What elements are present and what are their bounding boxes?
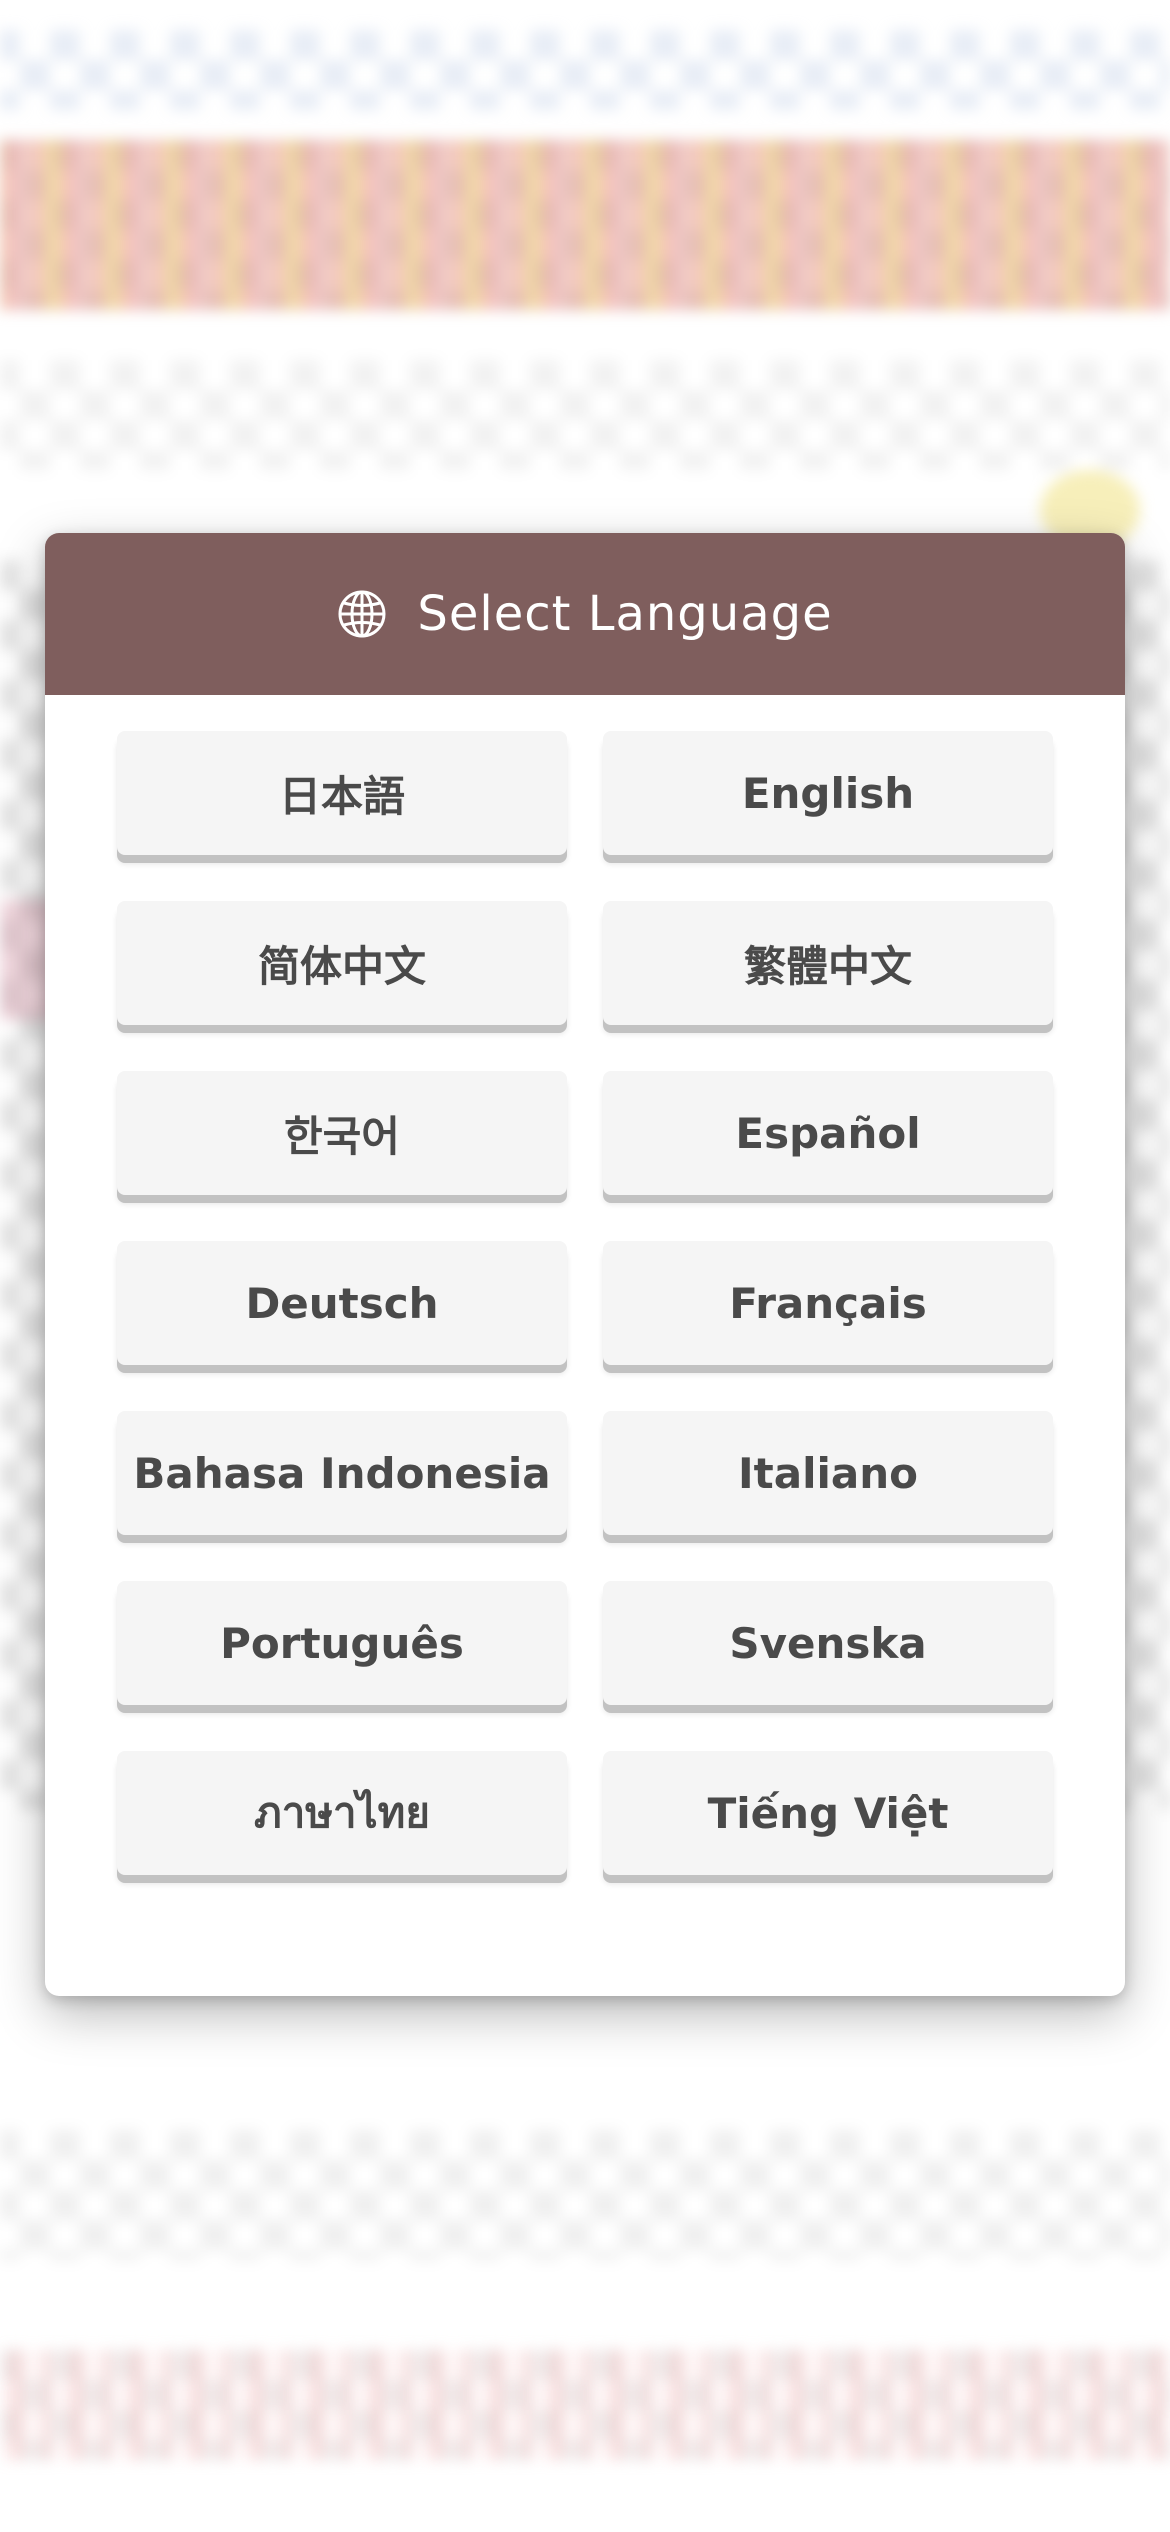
language-option-italian[interactable]: Italiano	[603, 1411, 1053, 1535]
background-pattern-band	[0, 30, 1170, 110]
language-option-spanish[interactable]: Español	[603, 1071, 1053, 1195]
language-option-japanese[interactable]: 日本語	[117, 731, 567, 855]
language-option-vietnamese[interactable]: Tiếng Việt	[603, 1751, 1053, 1875]
language-option-traditional-chinese[interactable]: 繁體中文	[603, 901, 1053, 1025]
language-option-english[interactable]: English	[603, 731, 1053, 855]
dialog-header: Select Language	[45, 533, 1125, 695]
background-colored-band	[0, 140, 1170, 310]
language-option-thai[interactable]: ภาษาไทย	[117, 1751, 567, 1875]
language-select-dialog: Select Language 日本語 English 简体中文 繁體中文 한국…	[45, 533, 1125, 1996]
language-option-korean[interactable]: 한국어	[117, 1071, 567, 1195]
dialog-title: Select Language	[417, 586, 833, 642]
background-pattern-band	[0, 2130, 1170, 2260]
language-option-simplified-chinese[interactable]: 简体中文	[117, 901, 567, 1025]
language-option-portuguese[interactable]: Português	[117, 1581, 567, 1705]
language-option-french[interactable]: Français	[603, 1241, 1053, 1365]
language-option-german[interactable]: Deutsch	[117, 1241, 567, 1365]
background-pattern-band	[0, 360, 1170, 470]
background-pattern-band	[0, 2350, 1170, 2460]
language-option-swedish[interactable]: Svenska	[603, 1581, 1053, 1705]
globe-icon	[337, 589, 387, 639]
language-options-grid: 日本語 English 简体中文 繁體中文 한국어 Español Deutsc…	[117, 731, 1053, 1875]
language-option-indonesian[interactable]: Bahasa Indonesia	[117, 1411, 567, 1535]
